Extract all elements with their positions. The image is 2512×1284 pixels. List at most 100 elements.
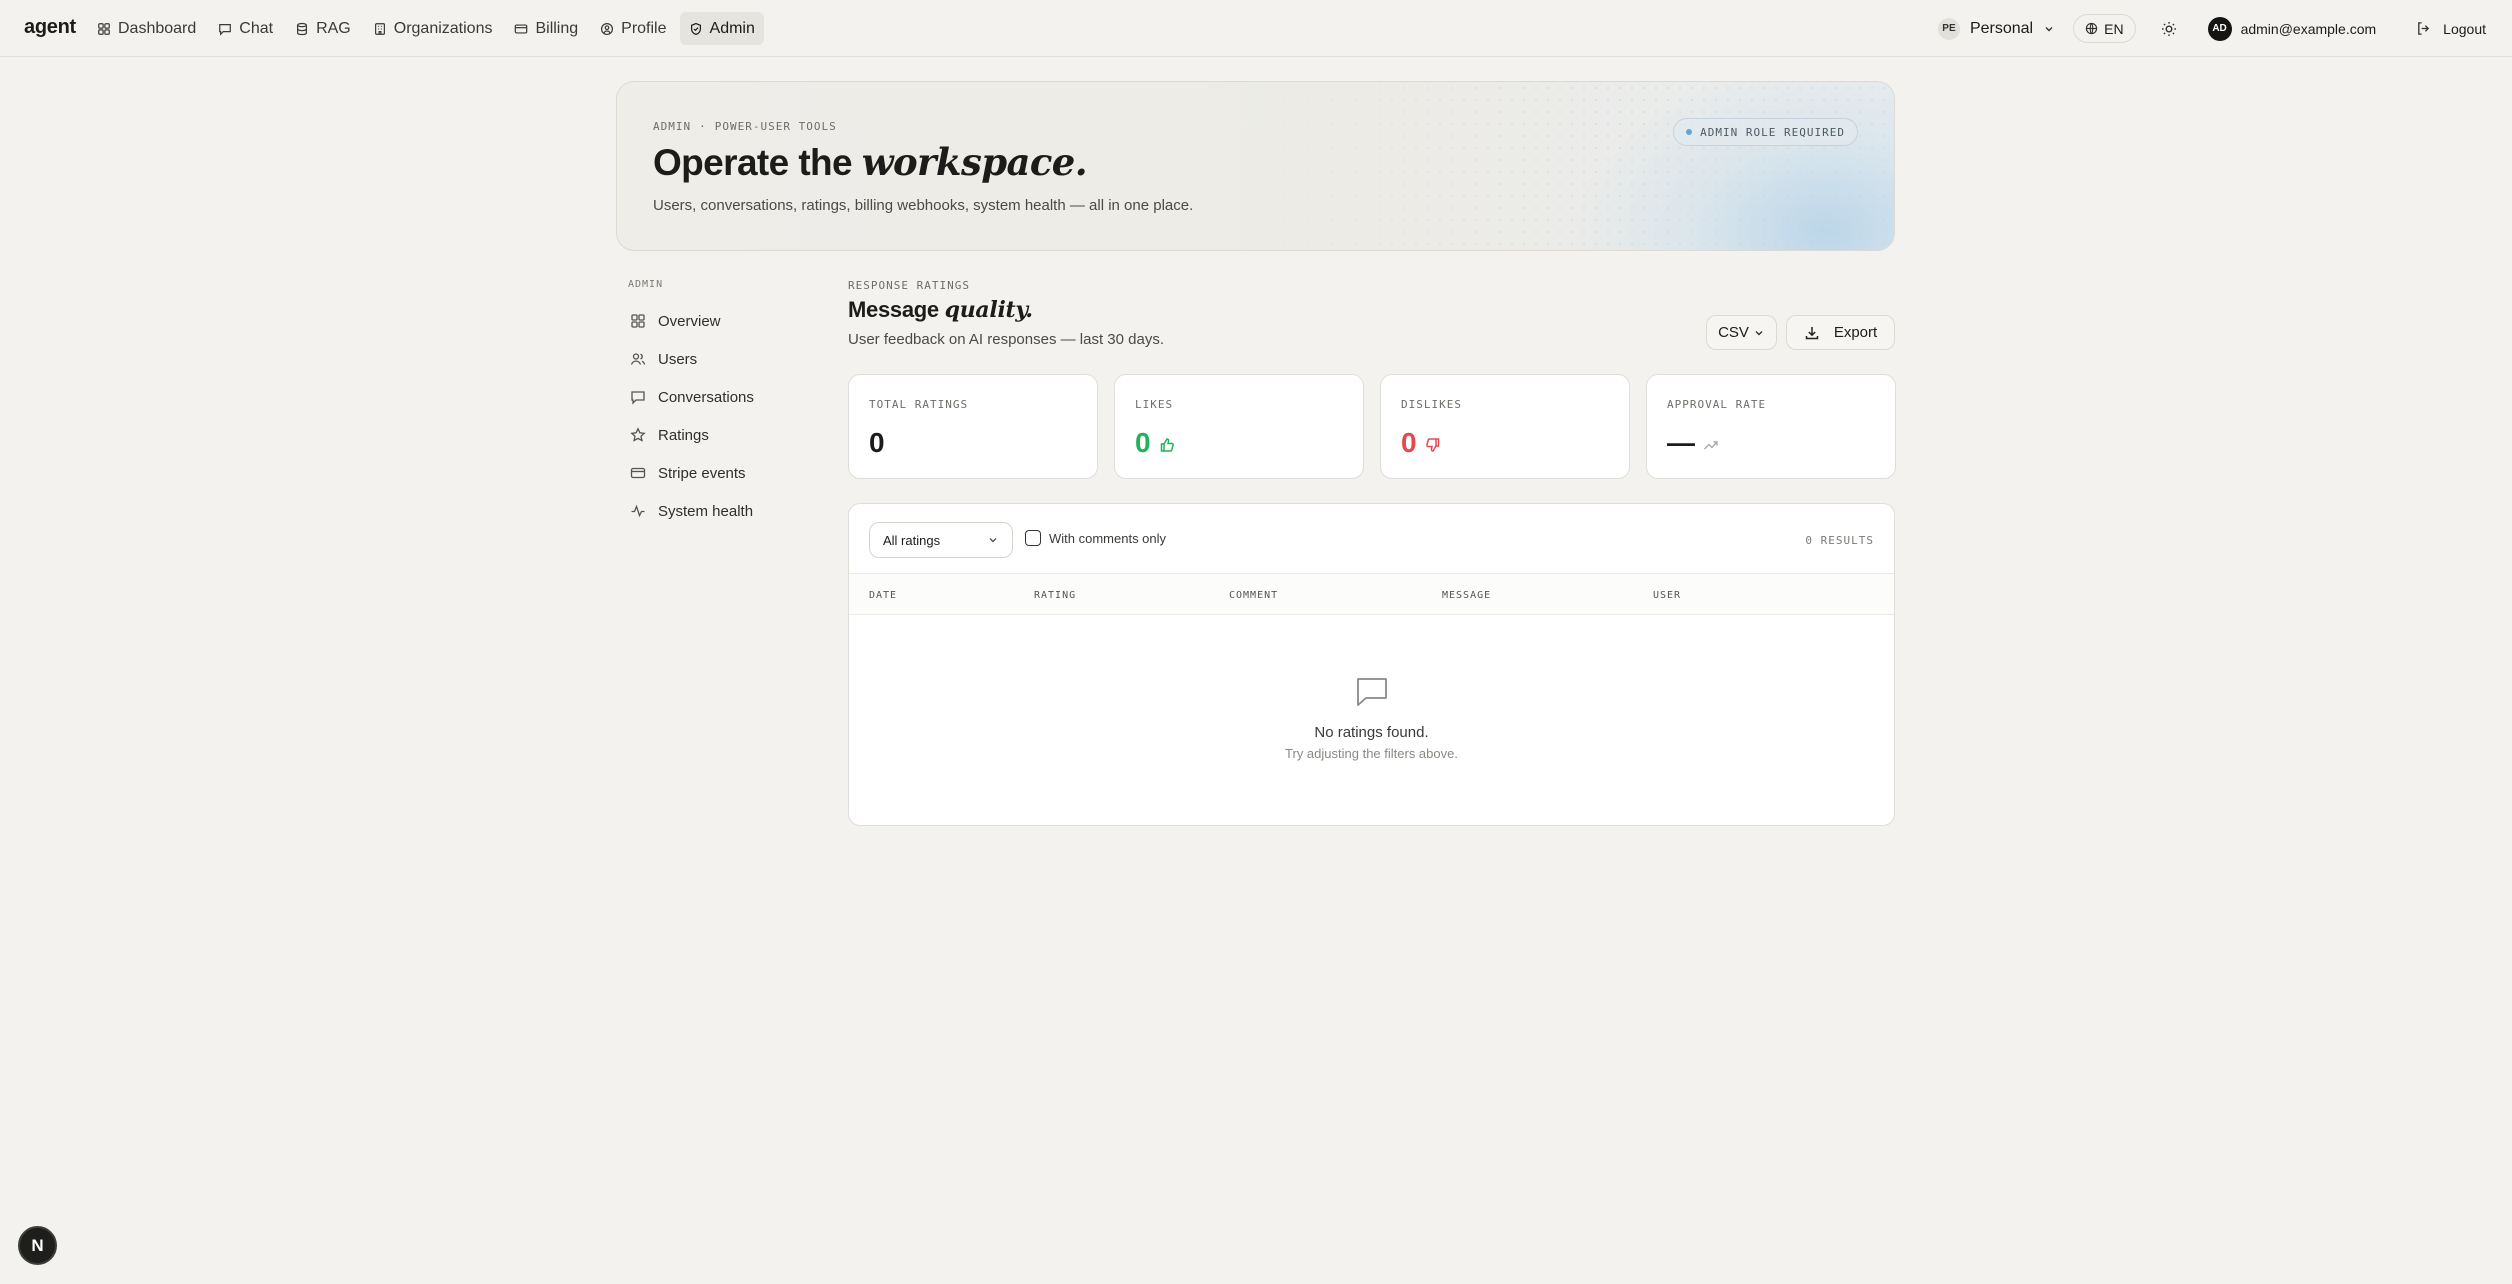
users-icon bbox=[630, 353, 646, 365]
message-square-icon bbox=[1357, 678, 1387, 706]
export-label: Export bbox=[1833, 324, 1878, 341]
likes-value: 0 bbox=[1135, 427, 1151, 458]
sidebar-item-label: Overview bbox=[658, 312, 721, 330]
column-header-date[interactable]: DATE bbox=[869, 590, 897, 601]
sidebar-item-label: Users bbox=[658, 350, 698, 368]
logout-icon bbox=[2418, 22, 2430, 35]
nav-organizations-label: Organizations bbox=[393, 19, 493, 37]
hero-glow bbox=[1574, 82, 1894, 250]
nav-chat-label: Chat bbox=[239, 19, 274, 37]
stat-value: 0 bbox=[1135, 427, 1175, 459]
nav-rag[interactable]: RAG bbox=[286, 12, 360, 45]
shield-icon bbox=[690, 22, 701, 35]
approval-rate-value: — bbox=[1667, 427, 1695, 458]
admin-sidebar: Overview Users Conversations Ratings Str… bbox=[626, 302, 758, 530]
total-ratings-value: 0 bbox=[869, 427, 885, 458]
role-badge-label: ADMIN ROLE REQUIRED bbox=[1700, 125, 1845, 139]
sidebar-item-users[interactable]: Users bbox=[626, 340, 758, 378]
export-format-label: CSV bbox=[1718, 324, 1749, 341]
nav-profile-label: Profile bbox=[621, 19, 667, 37]
main-nav: Dashboard Chat RAG Organizations Billing… bbox=[88, 12, 764, 45]
sidebar-item-conversations[interactable]: Conversations bbox=[626, 378, 758, 416]
sidebar-item-system-health[interactable]: System health bbox=[626, 492, 758, 530]
card-icon bbox=[515, 23, 528, 34]
sidebar-item-label: System health bbox=[658, 502, 754, 520]
nav-dashboard-label: Dashboard bbox=[118, 19, 197, 37]
user-circle-icon bbox=[601, 22, 614, 35]
user-menu[interactable]: AD admin@example.com bbox=[2207, 16, 2376, 41]
results-count: 0 RESULTS bbox=[1805, 534, 1874, 547]
nav-rag-label: RAG bbox=[316, 19, 351, 37]
sidebar-item-label: Stripe events bbox=[658, 464, 746, 482]
globe-icon bbox=[2085, 22, 2098, 35]
stat-card-likes: LIKES 0 bbox=[1114, 374, 1364, 479]
comments-only-checkbox[interactable] bbox=[1025, 530, 1041, 546]
grid-icon bbox=[631, 314, 645, 328]
nav-dashboard[interactable]: Dashboard bbox=[88, 12, 205, 45]
admin-hero: ADMIN · POWER-USER TOOLS Operate the wor… bbox=[616, 81, 1895, 251]
stat-value: — bbox=[1667, 427, 1719, 459]
activity-icon bbox=[631, 504, 645, 518]
avatar: AD bbox=[2207, 16, 2232, 41]
rating-filter-value: All ratings bbox=[883, 532, 941, 548]
nav-chat[interactable]: Chat bbox=[209, 12, 282, 45]
stat-card-dislikes: DISLIKES 0 bbox=[1380, 374, 1630, 479]
export-format-select[interactable]: CSV bbox=[1706, 315, 1777, 350]
column-header-rating[interactable]: RATING bbox=[1034, 590, 1076, 601]
ratings-table-card: All ratings With comments only 0 RESULTS… bbox=[848, 503, 1895, 826]
section-title-plain: Message bbox=[848, 297, 945, 322]
sun-icon bbox=[2161, 21, 2176, 36]
section-eyebrow: RESPONSE RATINGS bbox=[848, 279, 970, 292]
message-icon bbox=[631, 391, 645, 405]
logout-button[interactable]: Logout bbox=[2416, 21, 2486, 37]
sidebar-heading: ADMIN bbox=[628, 279, 664, 290]
nav-organizations[interactable]: Organizations bbox=[364, 12, 502, 45]
dislikes-value: 0 bbox=[1401, 427, 1417, 458]
title-emphasis: workspace. bbox=[861, 140, 1088, 184]
section-title: Message quality. bbox=[848, 297, 1033, 323]
stat-card-total: TOTAL RATINGS 0 bbox=[848, 374, 1098, 479]
page-subtitle: Users, conversations, ratings, billing w… bbox=[653, 197, 1194, 214]
stat-label: LIKES bbox=[1135, 398, 1174, 411]
sidebar-item-ratings[interactable]: Ratings bbox=[626, 416, 758, 454]
stat-value: 0 bbox=[1401, 427, 1441, 459]
stat-label: APPROVAL RATE bbox=[1667, 398, 1767, 411]
nav-profile[interactable]: Profile bbox=[591, 12, 675, 45]
sidebar-item-stripe-events[interactable]: Stripe events bbox=[626, 454, 758, 492]
org-name: Personal bbox=[1969, 19, 2034, 37]
nav-billing[interactable]: Billing bbox=[505, 12, 587, 45]
nav-admin-label: Admin bbox=[709, 19, 755, 37]
org-avatar: PE bbox=[1937, 17, 1960, 40]
org-switcher[interactable]: PE Personal bbox=[1930, 17, 2063, 40]
thumbs-up-icon bbox=[1160, 438, 1174, 452]
stat-label: DISLIKES bbox=[1401, 398, 1462, 411]
database-icon bbox=[297, 22, 308, 35]
sidebar-item-label: Conversations bbox=[658, 388, 754, 406]
chevron-down-icon bbox=[1755, 330, 1763, 335]
theme-toggle[interactable] bbox=[2154, 14, 2184, 44]
admin-role-badge: ADMIN ROLE REQUIRED bbox=[1673, 118, 1858, 146]
building-icon bbox=[374, 22, 385, 35]
nav-admin[interactable]: Admin bbox=[679, 12, 764, 45]
eyebrow-section: ADMIN bbox=[653, 120, 692, 133]
dev-tools-button[interactable]: N bbox=[18, 1226, 57, 1265]
download-icon bbox=[1805, 326, 1819, 339]
status-dot bbox=[1686, 129, 1693, 135]
dashboard-icon bbox=[98, 22, 110, 35]
comments-only-label: With comments only bbox=[1049, 530, 1167, 546]
column-header-message[interactable]: MESSAGE bbox=[1442, 590, 1491, 601]
column-header-comment[interactable]: COMMENT bbox=[1229, 590, 1278, 601]
chat-icon bbox=[219, 23, 232, 36]
brand-logo[interactable]: agent bbox=[24, 16, 76, 39]
column-header-user[interactable]: USER bbox=[1653, 590, 1681, 601]
title-plain: Operate the bbox=[653, 142, 862, 183]
trending-up-icon bbox=[1704, 441, 1718, 450]
chevron-down-icon bbox=[2045, 26, 2053, 31]
language-switcher[interactable]: EN bbox=[2073, 14, 2136, 43]
export-button[interactable]: Export bbox=[1786, 315, 1895, 350]
sidebar-item-overview[interactable]: Overview bbox=[626, 302, 758, 340]
language-label: EN bbox=[2104, 20, 2124, 37]
logout-label: Logout bbox=[2443, 20, 2486, 37]
comments-only-toggle[interactable]: With comments only bbox=[1025, 530, 1166, 546]
rating-filter-select[interactable]: All ratings bbox=[869, 522, 1013, 558]
